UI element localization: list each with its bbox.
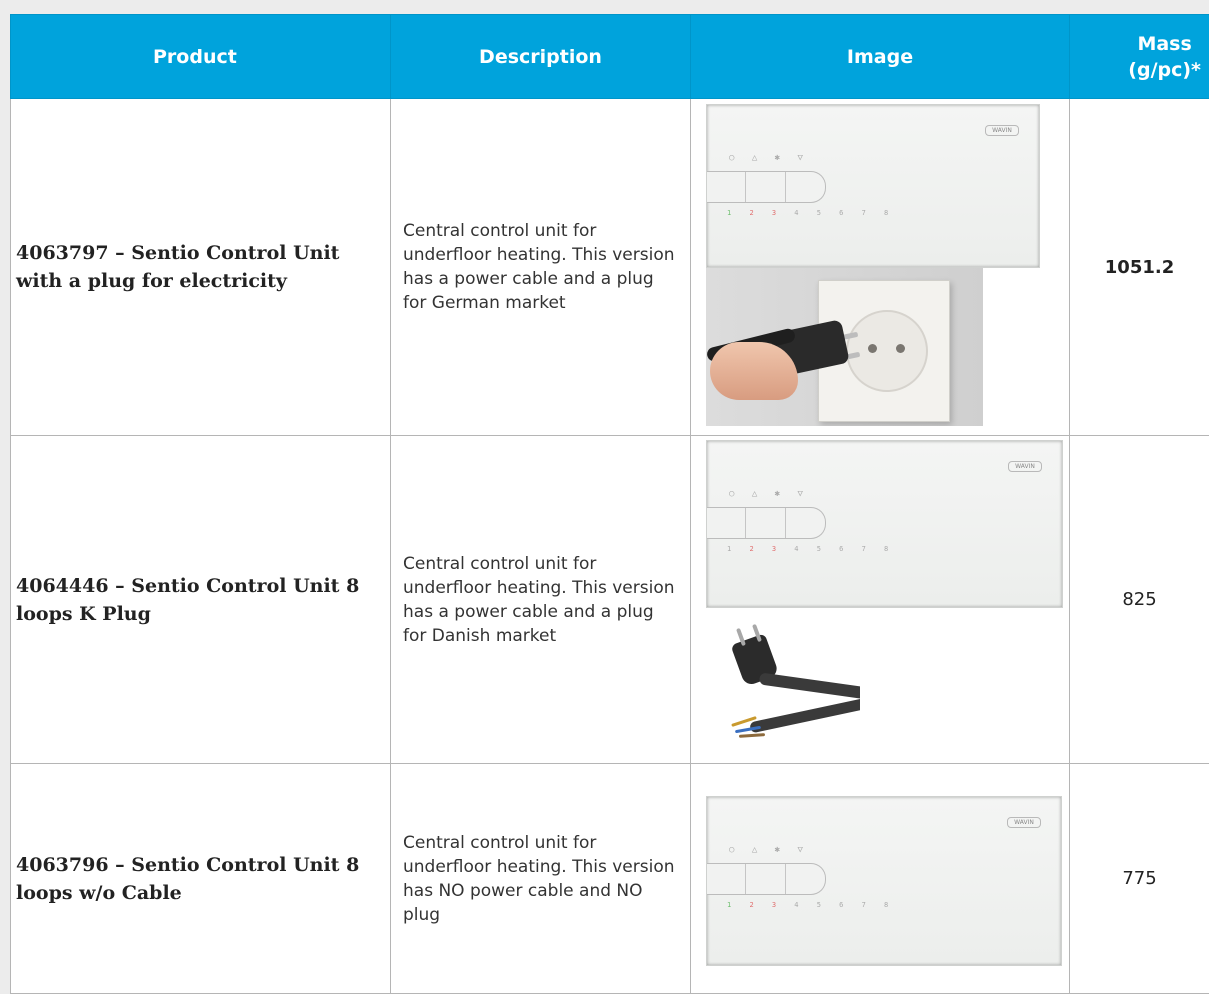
description-cell: Central control unit for underfloor heat… (390, 763, 691, 994)
header-mass-line1: Mass (1137, 32, 1192, 55)
table-row: 4063796 – Sentio Control Unit 8 loops w/… (10, 763, 1209, 994)
device-buttons (707, 171, 826, 203)
brand-badge: WAVIN (985, 125, 1019, 136)
table-row: 4063797 – Sentio Control Unit with a plu… (10, 98, 1209, 436)
control-unit-image: WAVIN ○ △ ✱ ▽ 1 2 3 4 5 6 7 8 (706, 796, 1062, 966)
product-name: 4063797 – Sentio Control Unit with a plu… (16, 242, 340, 292)
product-description: Central control unit for underfloor heat… (403, 221, 675, 313)
mode-symbols: ○ △ ✱ ▽ (729, 153, 809, 163)
header-description: Description (390, 14, 691, 99)
zone-leds: 1 2 3 4 5 6 7 8 (727, 209, 896, 217)
device-buttons (707, 863, 826, 895)
table-header-row: Product Description Image Mass (g/pc)* (10, 14, 1209, 99)
image-cell: WAVIN ○ △ ✱ ▽ 1 2 3 4 5 6 7 8 (690, 98, 1070, 436)
mode-symbols: ○ △ ✱ ▽ (729, 845, 809, 855)
header-image: Image (690, 14, 1070, 99)
mass-value: 1051.2 (1104, 256, 1175, 278)
plug-socket-image (706, 268, 983, 426)
image-cell: WAVIN ○ △ ✱ ▽ 1 2 3 4 5 6 7 8 (690, 763, 1070, 994)
description-cell: Central control unit for underfloor heat… (390, 435, 691, 764)
header-mass-line2: (g/pc)* (1128, 58, 1201, 81)
header-product: Product (10, 14, 391, 99)
table-row: 4064446 – Sentio Control Unit 8 loops K … (10, 435, 1209, 764)
brand-badge: WAVIN (1007, 817, 1041, 828)
zone-leds: 1 2 3 4 5 6 7 8 (727, 545, 896, 553)
mass-cell: 775 (1069, 763, 1209, 994)
control-unit-image: WAVIN ○ △ ✱ ▽ 1 2 3 4 5 6 7 8 (706, 104, 1040, 268)
product-table-wrapper: Product Description Image Mass (g/pc)* 4… (10, 14, 1209, 994)
image-cell: WAVIN ○ △ ✱ ▽ 1 2 3 4 5 6 7 8 (690, 435, 1070, 764)
header-mass: Mass (g/pc)* (1069, 14, 1209, 99)
mass-value: 775 (1122, 868, 1157, 889)
mass-cell: 1051.2 (1069, 98, 1209, 436)
description-cell: Central control unit for underfloor heat… (390, 98, 691, 436)
plug-cable-image (709, 610, 860, 752)
brand-badge: WAVIN (1008, 461, 1042, 472)
device-buttons (707, 507, 826, 539)
product-description: Central control unit for underfloor heat… (403, 832, 675, 925)
product-cell: 4063797 – Sentio Control Unit with a plu… (10, 98, 391, 436)
product-table: Product Description Image Mass (g/pc)* 4… (10, 14, 1209, 994)
control-unit-image: WAVIN ○ △ ✱ ▽ 1 2 3 4 5 6 7 8 (706, 440, 1063, 608)
product-name: 4064446 – Sentio Control Unit 8 loops K … (16, 574, 360, 625)
mass-cell: 825 (1069, 435, 1209, 764)
product-cell: 4063796 – Sentio Control Unit 8 loops w/… (10, 763, 391, 994)
product-cell: 4064446 – Sentio Control Unit 8 loops K … (10, 435, 391, 764)
product-description: Central control unit for underfloor heat… (403, 553, 675, 646)
zone-leds: 1 2 3 4 5 6 7 8 (727, 901, 896, 909)
mass-value: 825 (1122, 589, 1157, 610)
product-name: 4063796 – Sentio Control Unit 8 loops w/… (16, 853, 360, 904)
mode-symbols: ○ △ ✱ ▽ (729, 489, 809, 499)
